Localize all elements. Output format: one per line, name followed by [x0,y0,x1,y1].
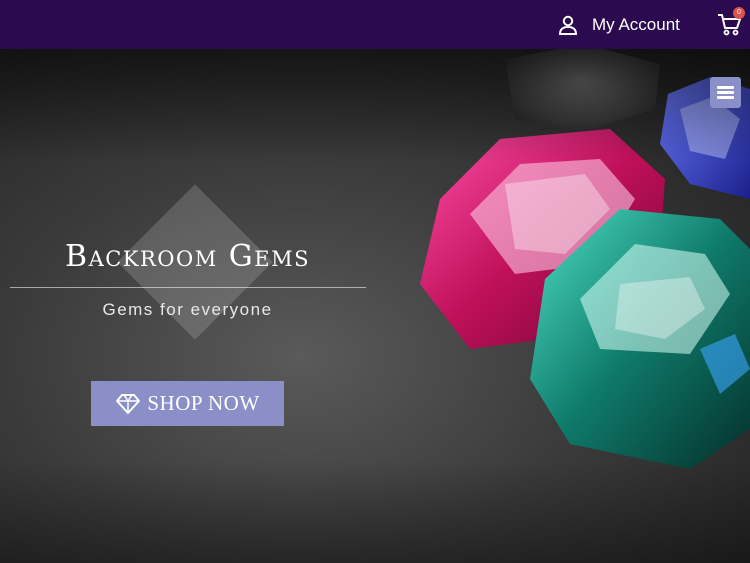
shop-now-button[interactable]: SHOP NOW [91,381,284,426]
brand-title: Backroom Gems [65,239,310,274]
brand-divider [10,287,366,288]
my-account-link[interactable]: My Account [558,12,680,38]
brand-tagline: Gems for everyone [102,300,273,319]
cart-count-badge: 0 [733,7,745,19]
hero-banner: Backroom Gems Gems for everyone SHOP NOW [0,49,750,563]
hamburger-menu-icon[interactable] [710,77,741,108]
top-header-bar: My Account 0 [0,0,750,49]
shop-now-label: SHOP NOW [147,391,260,415]
diamond-icon [116,393,141,414]
user-icon [558,15,578,35]
my-account-label: My Account [592,15,680,34]
